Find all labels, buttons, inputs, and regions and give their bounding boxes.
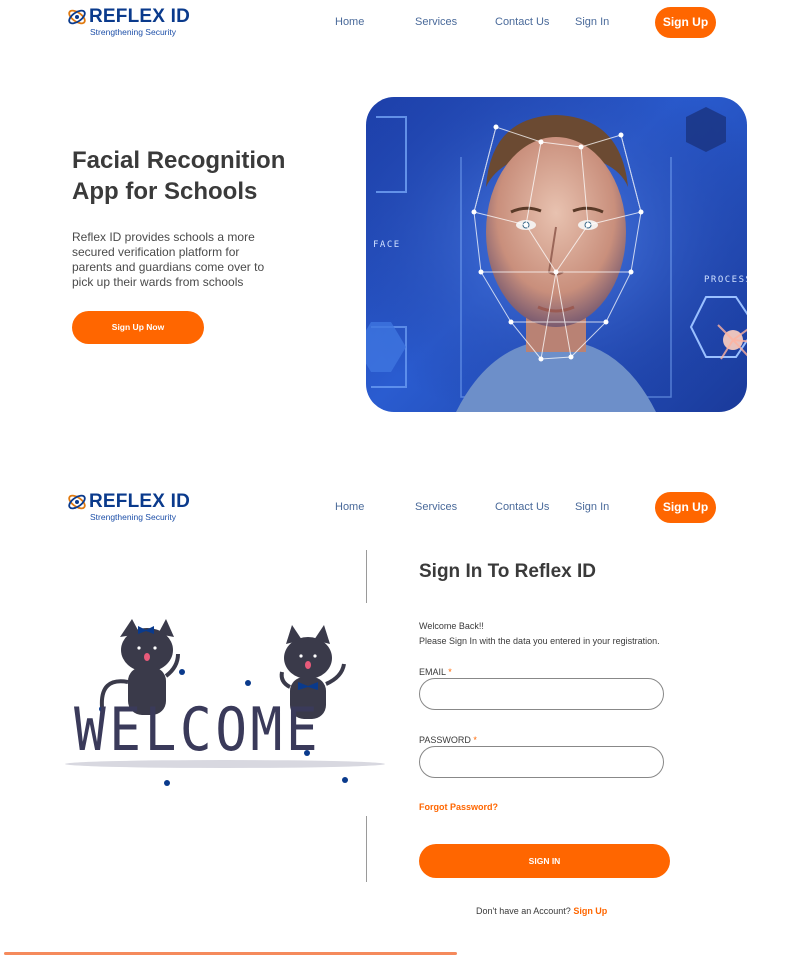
brand-name: REFLEX ID (89, 6, 191, 27)
brand-tagline: Strengthening Security (90, 512, 176, 522)
signin-submit-button[interactable]: SIGN IN (419, 844, 670, 878)
logo-mark-icon (68, 494, 86, 510)
signup-link[interactable]: Sign Up (573, 906, 607, 916)
required-mark: * (473, 735, 477, 745)
brand-name: REFLEX ID (89, 491, 191, 512)
no-account-text: Don't have an Account? (476, 906, 571, 916)
nav-contact[interactable]: Contact Us (495, 16, 549, 28)
email-field[interactable] (419, 678, 664, 710)
signin-title: Sign In To Reflex ID (419, 561, 596, 582)
welcome-message: Welcome Back!! Please Sign In with the d… (419, 619, 660, 649)
divider-top (366, 550, 367, 603)
hero-face-recognition-image: FACE PROCESS (366, 97, 747, 412)
signup-button[interactable]: Sign Up (655, 7, 716, 38)
logo-mark-icon (68, 9, 86, 25)
nav-services[interactable]: Services (415, 501, 457, 513)
hero-description: Reflex ID provides schools a more secure… (72, 230, 265, 289)
signin-header: REFLEX ID Strengthening Security Home Se… (0, 485, 794, 533)
password-label: PASSWORD * (419, 735, 477, 745)
password-field[interactable] (419, 746, 664, 778)
welcome-line1: Welcome Back!! (419, 621, 484, 631)
nav-services[interactable]: Services (415, 16, 457, 28)
brand-tagline: Strengthening Security (90, 27, 176, 37)
nav-contact[interactable]: Contact Us (495, 501, 549, 513)
face-scan-icon (366, 97, 747, 412)
forgot-password-link[interactable]: Forgot Password? (419, 802, 498, 812)
nav-signin[interactable]: Sign In (575, 16, 609, 28)
brand-logo[interactable]: REFLEX ID Strengthening Security (66, 491, 196, 527)
divider-bottom (366, 816, 367, 882)
required-mark: * (448, 667, 452, 677)
nav-home[interactable]: Home (335, 16, 364, 28)
scroll-progress-bar (4, 952, 457, 955)
nav-signin[interactable]: Sign In (575, 501, 609, 513)
email-label: EMAIL * (419, 667, 452, 677)
process-label: PROCESS (704, 275, 747, 285)
email-label-text: EMAIL (419, 667, 446, 677)
face-label: FACE (373, 240, 401, 250)
welcome-line2: Please Sign In with the data you entered… (419, 636, 660, 646)
signup-now-button[interactable]: Sign Up Now (72, 311, 204, 344)
nav-home[interactable]: Home (335, 501, 364, 513)
signup-prompt: Don't have an Account? Sign Up (476, 906, 607, 916)
hero-title: Facial Recognition App for Schools (72, 147, 286, 205)
welcome-illustration: WELCOME (60, 612, 390, 797)
signup-button[interactable]: Sign Up (655, 492, 716, 523)
password-label-text: PASSWORD (419, 735, 471, 745)
top-header: REFLEX ID Strengthening Security Home Se… (0, 0, 794, 48)
brand-logo[interactable]: REFLEX ID Strengthening Security (66, 6, 196, 42)
welcome-text: WELCOME (74, 695, 322, 765)
